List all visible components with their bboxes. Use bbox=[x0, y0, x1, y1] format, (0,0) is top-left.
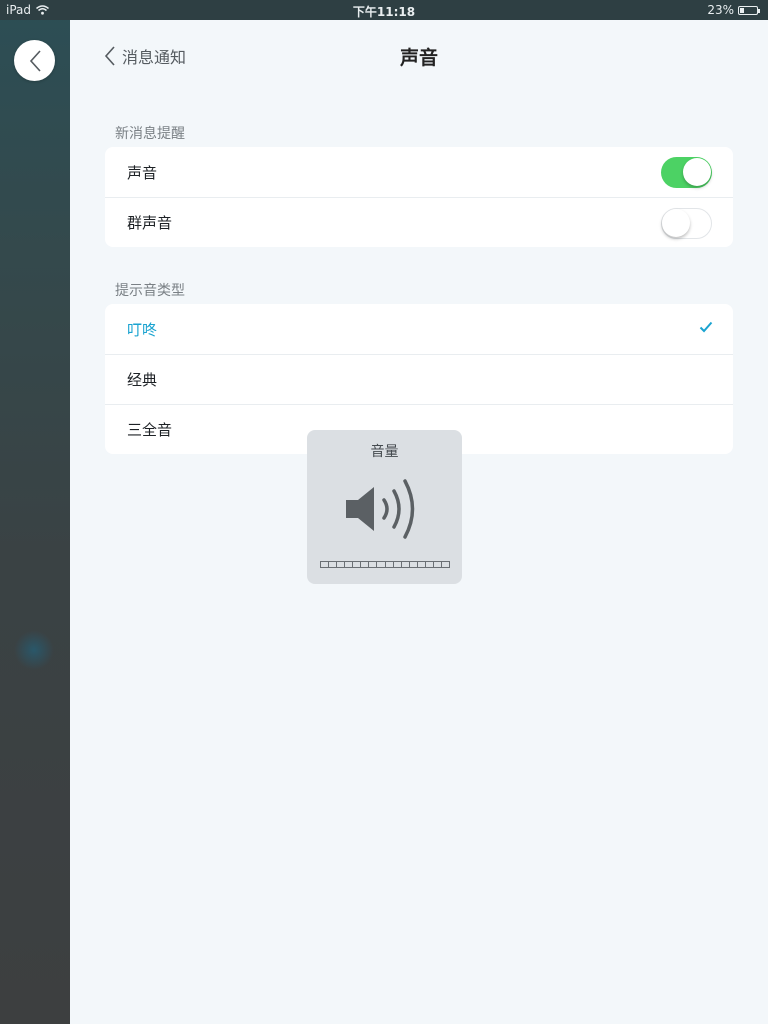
page-title: 声音 bbox=[399, 47, 438, 69]
new-message-group: 声音 群声音 bbox=[105, 147, 733, 247]
group-sound-toggle[interactable] bbox=[661, 208, 712, 239]
status-bar: iPad 下午11:18 23% bbox=[0, 0, 768, 20]
tone-label: 经典 bbox=[127, 371, 158, 389]
tone-option-classic[interactable]: 经典 bbox=[105, 354, 733, 404]
chevron-left-icon bbox=[29, 49, 41, 72]
volume-level-bar bbox=[320, 561, 450, 569]
tone-option-dingdong[interactable]: 叮咚 bbox=[105, 304, 733, 354]
status-time: 下午11:18 bbox=[352, 5, 416, 19]
tone-label: 叮咚 bbox=[127, 320, 158, 339]
back-circle-button[interactable] bbox=[14, 40, 55, 81]
battery-icon bbox=[738, 5, 760, 15]
section-label-new-message: 新消息提醒 bbox=[115, 126, 185, 142]
speaker-icon bbox=[346, 479, 415, 539]
sound-label: 声音 bbox=[127, 163, 158, 182]
background-blur bbox=[14, 630, 54, 670]
volume-hud: 音量 bbox=[307, 430, 462, 584]
volume-segment bbox=[440, 561, 450, 568]
group-sound-row[interactable]: 群声音 bbox=[105, 197, 733, 247]
section-label-tone-type: 提示音类型 bbox=[115, 283, 185, 299]
tone-label: 三全音 bbox=[127, 421, 173, 439]
navigation-bar: 消息通知 声音 bbox=[70, 20, 768, 90]
group-sound-label: 群声音 bbox=[127, 214, 173, 232]
background-strip bbox=[0, 0, 70, 1024]
sound-toggle[interactable] bbox=[661, 157, 712, 188]
sound-row[interactable]: 声音 bbox=[105, 147, 733, 197]
checkmark-icon bbox=[699, 321, 713, 333]
battery-percent: 23% bbox=[707, 3, 734, 17]
volume-hud-title: 音量 bbox=[370, 444, 399, 460]
